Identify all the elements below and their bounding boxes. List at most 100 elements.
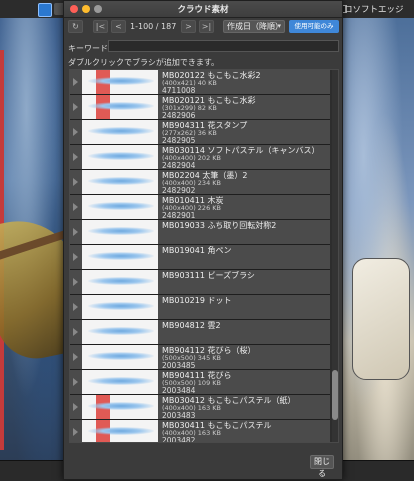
preview-stroke <box>88 327 154 335</box>
list-item[interactable]: MB010411 木炭 (400x400) 226 KB 2482901 <box>70 195 330 220</box>
item-id: 2482905 <box>162 136 196 145</box>
list-item[interactable]: MB02204 太筆（墨）2 (400x400) 234 KB 2482902 <box>70 170 330 195</box>
expand-arrow-icon[interactable] <box>73 328 78 336</box>
preview-stroke <box>88 177 154 185</box>
reload-button[interactable]: ↻ <box>68 20 83 33</box>
expand-arrow-icon[interactable] <box>73 428 78 436</box>
dialog-toolbar: ↻ |< < 1-100 / 187 > >| 作成日（降順） ▾ 使用可能のみ <box>64 17 342 37</box>
first-page-button[interactable]: |< <box>93 20 108 33</box>
item-info: MB020122 もこもこ水彩2 (400x421) 40 KB 4711008 <box>162 71 328 95</box>
scrollbar-thumb[interactable] <box>332 370 338 420</box>
keyword-input[interactable] <box>108 40 339 52</box>
item-name: MB903111 ビーズブラシ <box>162 271 255 280</box>
brush-preview-thumbnail <box>82 270 158 294</box>
expand-arrow-icon[interactable] <box>73 203 78 211</box>
sort-select-value: 作成日（降順） <box>227 22 283 31</box>
brush-preview-thumbnail <box>82 345 158 369</box>
expand-arrow-icon[interactable] <box>73 378 78 386</box>
list-item[interactable]: MB903111 ビーズブラシ <box>70 270 330 295</box>
item-id: 2003484 <box>162 386 196 395</box>
preview-stroke <box>88 227 154 235</box>
preview-stroke <box>88 277 154 285</box>
expand-arrow-icon[interactable] <box>73 253 78 261</box>
available-only-button[interactable]: 使用可能のみ <box>289 20 339 33</box>
cloud-material-dialog: クラウド素材 ↻ |< < 1-100 / 187 > >| 作成日（降順） ▾… <box>63 0 343 480</box>
next-page-button[interactable]: > <box>181 20 196 33</box>
preview-stroke <box>88 127 154 135</box>
preview-stroke <box>88 377 154 385</box>
chevron-down-icon: ▾ <box>277 22 281 30</box>
list-item[interactable]: MB019041 角ペン <box>70 245 330 270</box>
preview-stroke <box>88 152 154 160</box>
item-info: MB010219 ドット <box>162 296 328 305</box>
preview-stroke <box>88 352 154 360</box>
brush-preview-thumbnail <box>82 120 158 144</box>
sort-select[interactable]: 作成日（降順） ▾ <box>223 20 285 33</box>
last-page-button[interactable]: >| <box>199 20 214 33</box>
expand-arrow-icon[interactable] <box>73 178 78 186</box>
material-list[interactable]: MB030411 もこもこパステル (400x400) 163 KB 2003482… <box>69 69 339 443</box>
prev-page-button[interactable]: < <box>111 20 126 33</box>
brush-preview-thumbnail <box>82 95 158 119</box>
expand-arrow-icon[interactable] <box>73 103 78 111</box>
list-item[interactable]: MB019033 ふち取り回転対称2 <box>70 220 330 245</box>
item-id: 2003483 <box>162 411 196 420</box>
brush-preview-thumbnail <box>82 70 158 94</box>
item-info: MB010411 木炭 (400x400) 226 KB 2482901 <box>162 196 328 220</box>
preview-stroke <box>88 77 154 85</box>
expand-arrow-icon[interactable] <box>73 353 78 361</box>
list-item[interactable]: MB010219 ドット <box>70 295 330 320</box>
item-id: 2482901 <box>162 211 196 220</box>
preview-stroke <box>88 102 154 110</box>
list-item[interactable]: MB030411 もこもこパステル (400x400) 163 KB 2003482 <box>70 420 330 443</box>
brush-preview-thumbnail <box>82 195 158 219</box>
canvas-artwork-left[interactable] <box>0 18 66 480</box>
item-id: 2482904 <box>162 161 196 170</box>
expand-arrow-icon[interactable] <box>73 78 78 86</box>
preview-stroke <box>88 202 154 210</box>
item-id: 2482906 <box>162 111 196 120</box>
list-item[interactable]: MB020122 もこもこ水彩2 (400x421) 40 KB 4711008 <box>70 70 330 95</box>
list-item[interactable]: MB030114 ソフトパステル（キャンバス） (400x400) 202 KB 2… <box>70 145 330 170</box>
brush-preview-thumbnail <box>82 420 158 442</box>
dialog-title: クラウド素材 <box>177 5 229 15</box>
item-info: MB904111 花びら (500x500) 109 KB 2003484 <box>162 371 328 395</box>
tool-icon-selected[interactable] <box>38 3 52 17</box>
expand-arrow-icon[interactable] <box>73 128 78 136</box>
list-item[interactable]: MB904111 花びら (500x500) 109 KB 2003484 <box>70 370 330 395</box>
item-info: MB020121 もこもこ水彩 (301x299) 82 KB 2482906 <box>162 96 328 120</box>
item-info: MB030412 もこもこパステル（紙） (400x400) 163 KB 2003… <box>162 396 328 420</box>
list-item[interactable]: MB904112 花びら（桜） (500x500) 345 KB 2003485 <box>70 345 330 370</box>
close-button[interactable]: 閉じる <box>310 455 334 478</box>
brush-preview-thumbnail <box>82 295 158 319</box>
item-id: 2482902 <box>162 186 196 195</box>
expand-arrow-icon[interactable] <box>73 228 78 236</box>
list-item[interactable]: MB904812 雲2 <box>70 320 330 345</box>
canvas-artwork-right[interactable] <box>342 18 414 480</box>
item-name: MB904812 雲2 <box>162 321 221 330</box>
item-info: MB904112 花びら（桜） (500x500) 345 KB 2003485 <box>162 346 328 370</box>
item-id: 2003482 <box>162 436 196 443</box>
expand-arrow-icon[interactable] <box>73 278 78 286</box>
dialog-footer: 閉じる <box>64 449 342 479</box>
list-item[interactable]: MB020121 もこもこ水彩 (301x299) 82 KB 2482906 <box>70 95 330 120</box>
brush-preview-thumbnail <box>82 170 158 194</box>
item-name: MB019033 ふち取り回転対称2 <box>162 221 277 230</box>
dialog-titlebar[interactable]: クラウド素材 <box>64 1 342 18</box>
item-name: MB010219 ドット <box>162 296 232 305</box>
item-id: 2003485 <box>162 361 196 370</box>
item-name: MB019041 角ペン <box>162 246 232 255</box>
brush-preview-thumbnail <box>82 145 158 169</box>
hint-text: ダブルクリックでブラシが追加できます。 <box>68 58 220 67</box>
expand-arrow-icon[interactable] <box>73 153 78 161</box>
brush-preview-thumbnail <box>82 370 158 394</box>
list-item[interactable]: MB030412 もこもこパステル（紙） (400x400) 163 KB 2003… <box>70 395 330 420</box>
item-info: MB904311 花スタンプ (277x262) 36 KB 2482905 <box>162 121 328 145</box>
item-info: MB030411 もこもこパステル (400x400) 163 KB 2003482 <box>162 421 328 443</box>
expand-arrow-icon[interactable] <box>73 303 78 311</box>
expand-arrow-icon[interactable] <box>73 403 78 411</box>
preview-stroke <box>88 302 154 310</box>
item-info: MB903111 ビーズブラシ <box>162 271 328 280</box>
list-item[interactable]: MB904311 花スタンプ (277x262) 36 KB 2482905 <box>70 120 330 145</box>
preview-stroke <box>88 402 154 410</box>
